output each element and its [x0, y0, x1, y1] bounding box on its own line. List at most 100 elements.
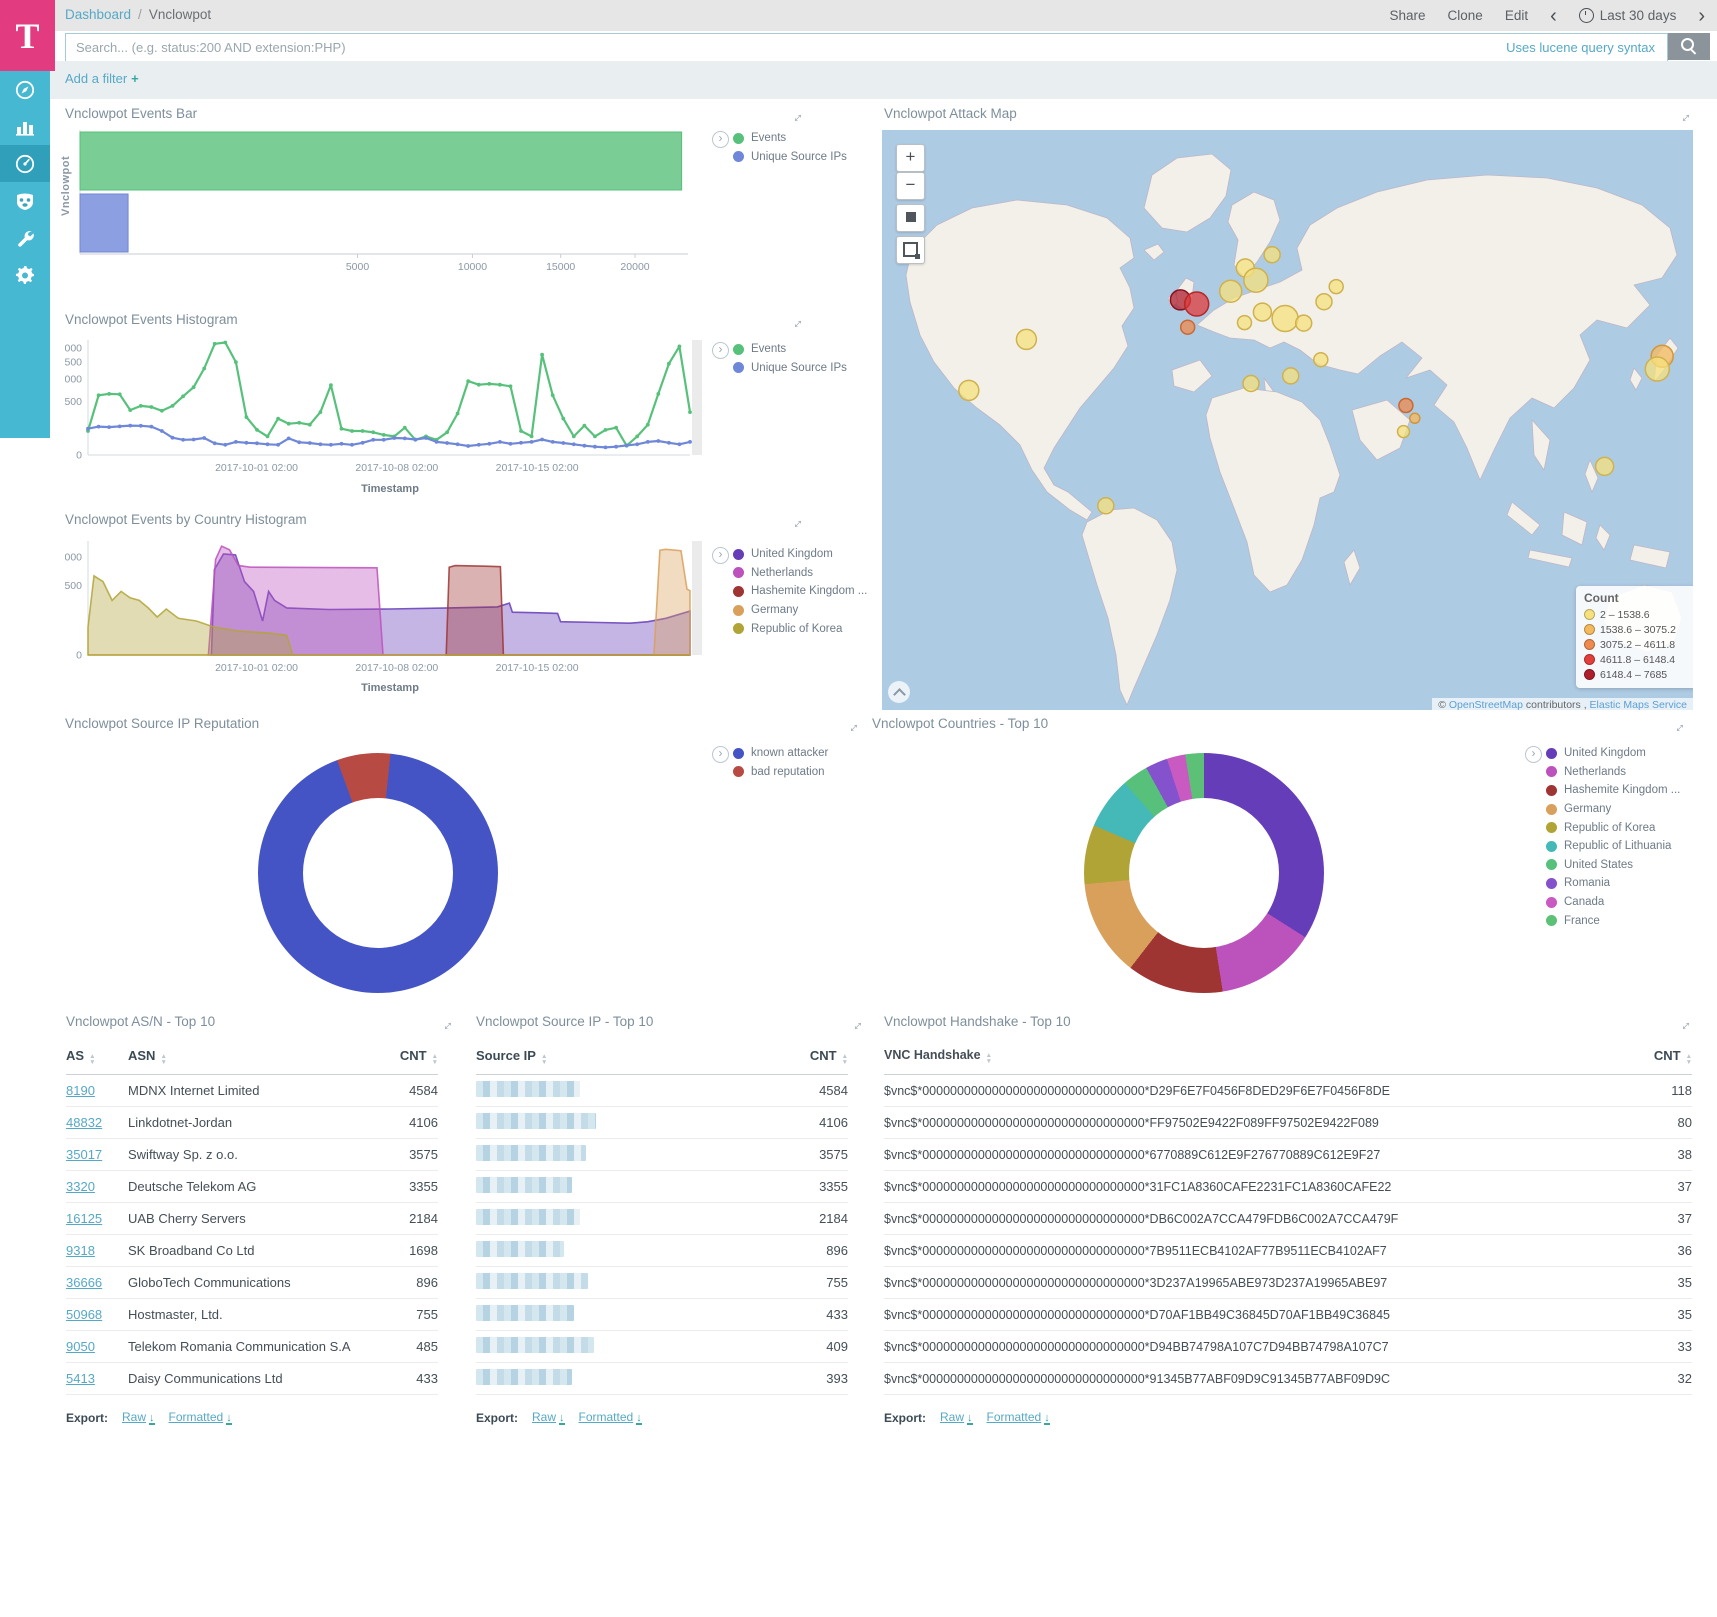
sidebar-item-visualize[interactable] — [0, 108, 50, 145]
ems-link[interactable]: Elastic Maps Service — [1590, 699, 1687, 710]
country-histogram-chart[interactable]: 050010002017-10-01 02:002017-10-08 02:00… — [65, 531, 715, 681]
expand-icon[interactable]: ↔ — [1673, 105, 1696, 128]
export-raw-link[interactable]: Raw — [532, 1410, 556, 1424]
map-collapse-button[interactable] — [888, 681, 910, 703]
legend-item[interactable]: Unique Source IPs — [733, 359, 847, 378]
as-link[interactable]: 35017 — [66, 1147, 102, 1162]
events-histogram-chart[interactable]: 05001000150020002017-10-01 02:002017-10-… — [65, 330, 715, 480]
legend-item[interactable]: Republic of Lithuania — [1546, 837, 1680, 856]
export-raw-link[interactable]: Raw — [940, 1410, 964, 1424]
legend-toggle-icon[interactable]: › — [1525, 746, 1542, 763]
edit-button[interactable]: Edit — [1505, 8, 1528, 23]
sidebar-item-dashboard[interactable] — [0, 145, 50, 182]
legend-item[interactable]: United States — [1546, 856, 1680, 875]
as-link[interactable]: 3320 — [66, 1179, 95, 1194]
legend-item[interactable]: Events — [733, 129, 847, 148]
search-button[interactable] — [1668, 33, 1710, 60]
sidebar-item-devtools[interactable] — [0, 219, 50, 256]
legend-item[interactable]: France — [1546, 911, 1680, 930]
clone-button[interactable]: Clone — [1448, 8, 1483, 23]
sidebar-item-discover[interactable] — [0, 71, 50, 108]
column-header-as[interactable]: AS▲▼ — [66, 1048, 128, 1069]
legend-item[interactable]: Unique Source IPs — [733, 148, 847, 167]
legend-item[interactable]: bad reputation — [733, 763, 828, 782]
time-forward-icon[interactable]: › — [1698, 6, 1705, 26]
expand-icon[interactable]: ↔ — [785, 105, 808, 128]
legend-item[interactable]: United Kingdom — [1546, 744, 1680, 763]
table-row: $vnc$*00000000000000000000000000000000*D… — [884, 1299, 1692, 1331]
expand-icon[interactable]: ↔ — [845, 1013, 868, 1036]
map-fit-bounds-button[interactable] — [896, 204, 925, 232]
column-header-source-ip[interactable]: Source IP▲▼ — [476, 1048, 784, 1069]
legend-item[interactable]: Canada — [1546, 893, 1680, 912]
legend-item[interactable]: Germany — [733, 601, 867, 620]
legend-toggle-icon[interactable]: › — [712, 131, 729, 148]
expand-icon[interactable]: ↔ — [785, 511, 808, 534]
export-raw-link[interactable]: Raw — [122, 1410, 146, 1424]
expand-icon[interactable]: ↔ — [785, 311, 808, 334]
panel-title-attack-map: Vnclowpot Attack Map — [884, 106, 1017, 121]
legend-item[interactable]: Romania — [1546, 874, 1680, 893]
as-link[interactable]: 36666 — [66, 1275, 102, 1290]
sidebar-item-management[interactable] — [0, 256, 50, 293]
legend-toggle-icon[interactable]: › — [712, 746, 729, 763]
redacted-ip — [476, 1305, 574, 1321]
legend-item[interactable]: Events — [733, 340, 847, 359]
osm-link[interactable]: OpenStreetMap — [1449, 699, 1523, 710]
export-formatted-link[interactable]: Formatted — [987, 1410, 1042, 1424]
as-link[interactable]: 9318 — [66, 1243, 95, 1258]
events-bar-chart[interactable]: 5000100001500020000 — [65, 126, 715, 276]
expand-icon[interactable]: ↔ — [1673, 1013, 1696, 1036]
time-back-icon[interactable]: ‹ — [1550, 6, 1557, 26]
breadcrumb-dashboard-link[interactable]: Dashboard — [65, 7, 131, 22]
legend-dot — [1546, 804, 1557, 815]
as-link[interactable]: 5413 — [66, 1371, 95, 1386]
legend-item[interactable]: Republic of Korea — [733, 619, 867, 638]
legend-item[interactable]: Hashemite Kingdom ... — [1546, 781, 1680, 800]
cnt-cell: 33 — [1628, 1339, 1692, 1354]
column-header-cnt[interactable]: CNT▲▼ — [1628, 1048, 1692, 1069]
map-zoom-out-button[interactable]: − — [896, 172, 925, 200]
legend-toggle-icon[interactable]: › — [712, 547, 729, 564]
countries-donut-chart[interactable] — [1084, 753, 1324, 993]
sort-icon: ▲▼ — [432, 1057, 438, 1069]
legend-item[interactable]: Republic of Korea — [1546, 818, 1680, 837]
column-header-cnt[interactable]: CNT▲▼ — [374, 1048, 438, 1069]
column-header-cnt[interactable]: CNT▲▼ — [784, 1048, 848, 1069]
legend-item[interactable]: United Kingdom — [733, 545, 867, 564]
legend-item[interactable]: Hashemite Kingdom ... — [733, 582, 867, 601]
search-input[interactable] — [66, 40, 1506, 55]
export-formatted-link[interactable]: Formatted — [579, 1410, 634, 1424]
as-link[interactable]: 50968 — [66, 1307, 102, 1322]
share-button[interactable]: Share — [1390, 8, 1426, 23]
as-link[interactable]: 8190 — [66, 1083, 95, 1098]
column-header-vnc-handshake[interactable]: VNC Handshake▲▼ — [884, 1048, 1628, 1068]
sidebar-item-honeypot[interactable] — [0, 182, 50, 219]
attack-map[interactable]: + − Count 2 – 1538.6 1538.6 – 3075.2 307… — [882, 130, 1693, 710]
add-filter-link[interactable]: Add a filter+ — [65, 71, 139, 86]
export-bar: Export: Raw↓ Formatted↓ — [66, 1410, 232, 1425]
lucene-syntax-link[interactable]: Uses lucene query syntax — [1506, 40, 1655, 55]
expand-icon[interactable]: ↔ — [435, 1013, 458, 1036]
expand-icon[interactable]: ↔ — [1667, 715, 1690, 738]
expand-icon[interactable]: ↔ — [841, 715, 864, 738]
legend-toggle-icon[interactable]: › — [712, 342, 729, 359]
cnt-cell: 409 — [784, 1339, 848, 1354]
as-link[interactable]: 48832 — [66, 1115, 102, 1130]
legend-item[interactable]: known attacker — [733, 744, 828, 763]
time-range-picker[interactable]: Last 30 days — [1579, 8, 1677, 23]
column-header-asn[interactable]: ASN▲▼ — [128, 1048, 374, 1069]
map-draw-filter-button[interactable] — [896, 236, 925, 264]
asn-cell: Linkdotnet-Jordan — [128, 1115, 374, 1130]
legend-item[interactable]: Netherlands — [1546, 763, 1680, 782]
legend-dot — [733, 344, 744, 355]
map-zoom-in-button[interactable]: + — [896, 144, 925, 172]
as-link[interactable]: 16125 — [66, 1211, 102, 1226]
legend-item[interactable]: Germany — [1546, 800, 1680, 819]
table-row: 2184 — [476, 1203, 848, 1235]
as-link[interactable]: 9050 — [66, 1339, 95, 1354]
legend-item[interactable]: Netherlands — [733, 564, 867, 583]
export-formatted-link[interactable]: Formatted — [169, 1410, 224, 1424]
t-logo[interactable]: T — [0, 0, 55, 71]
reputation-donut-chart[interactable] — [258, 753, 498, 993]
